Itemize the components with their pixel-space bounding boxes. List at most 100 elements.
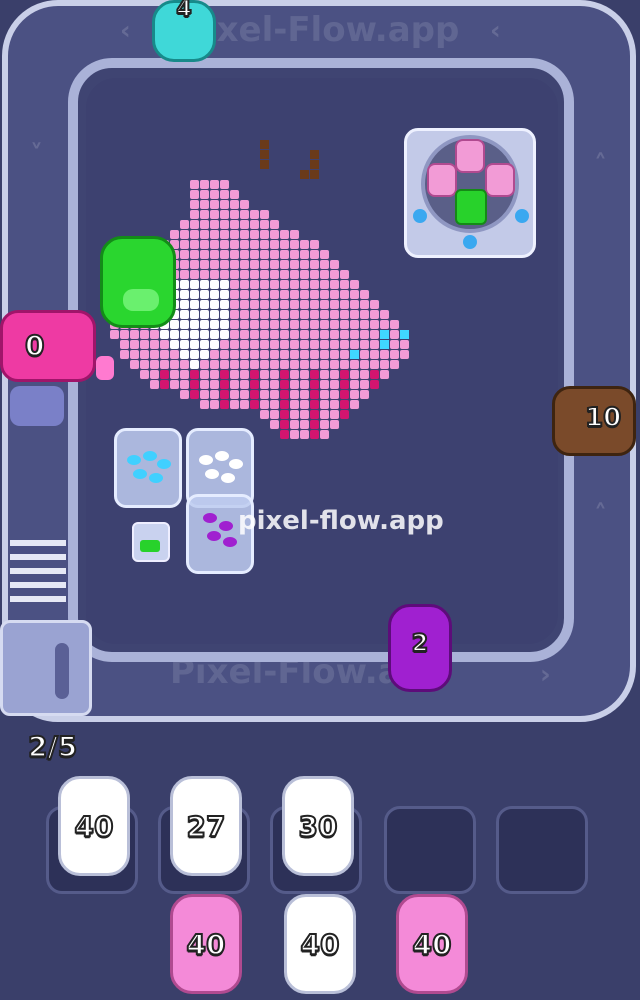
- pixel-block: [190, 310, 199, 319]
- pixel-block: [330, 280, 339, 289]
- pixel-block: [360, 350, 369, 359]
- pixel-block: [290, 270, 299, 279]
- pixel-block: [280, 330, 289, 339]
- pixel-block: [190, 190, 199, 199]
- pixel-block: [250, 220, 259, 229]
- pixel-block: [270, 230, 279, 239]
- pixel-block: [250, 400, 259, 409]
- pixel-block: [390, 350, 399, 359]
- pixel-block: [330, 330, 339, 339]
- shooter-count: 2: [411, 628, 430, 658]
- pixel-block: [290, 290, 299, 299]
- pixel-block: [220, 400, 229, 409]
- pixel-block: [220, 270, 229, 279]
- bonus-box[interactable]: [404, 128, 536, 258]
- pixel-block: [300, 240, 309, 249]
- pixel-block: [310, 160, 319, 169]
- pixel-block: [200, 240, 209, 249]
- pixel-block: [290, 390, 299, 399]
- pixel-block: [180, 240, 189, 249]
- pixel-block: [160, 370, 169, 379]
- pixel-block: [350, 330, 359, 339]
- pixel-block: [250, 280, 259, 289]
- chevron-right-icon: ›: [540, 660, 551, 690]
- pixel-block: [170, 330, 179, 339]
- pixel-block: [220, 180, 229, 189]
- queue-slot-5[interactable]: [496, 806, 588, 894]
- pixel-block: [310, 380, 319, 389]
- queued-pig-count: 30: [298, 809, 339, 844]
- pixel-block: [110, 330, 119, 339]
- pixel-block: [300, 300, 309, 309]
- pixel-block: [340, 270, 349, 279]
- pixel-block: [190, 200, 199, 209]
- pixel-block: [240, 400, 249, 409]
- pixel-block: [270, 360, 279, 369]
- pixel-block: [260, 350, 269, 359]
- queued-pig-count: 27: [186, 809, 227, 844]
- conveyor-shooter-brown[interactable]: 10: [552, 386, 636, 456]
- pixel-block: [350, 370, 359, 379]
- pixel-block: [150, 370, 159, 379]
- pixel-block: [250, 310, 259, 319]
- pixel-block: [290, 260, 299, 269]
- pixel-block: [230, 370, 239, 379]
- pixel-block: [200, 180, 209, 189]
- pixel-block: [250, 330, 259, 339]
- pixel-block: [320, 360, 329, 369]
- pixel-block: [190, 280, 199, 289]
- pixel-block: [210, 220, 219, 229]
- queue-slot-4[interactable]: [384, 806, 476, 894]
- pixel-block: [300, 380, 309, 389]
- queued-pig[interactable]: 27: [170, 776, 242, 876]
- pixel-block: [380, 310, 389, 319]
- pixel-block: [300, 410, 309, 419]
- pixel-block: [170, 230, 179, 239]
- pixel-block: [180, 280, 189, 289]
- pixel-block: [210, 240, 219, 249]
- pixel-block: [400, 340, 409, 349]
- pixel-block: [310, 400, 319, 409]
- pixel-block: [180, 350, 189, 359]
- pixel-block: [310, 240, 319, 249]
- pixel-block: [180, 290, 189, 299]
- green-pig-shooter[interactable]: [100, 236, 176, 328]
- waiting-pig[interactable]: 40: [284, 894, 356, 994]
- pixel-block: [210, 310, 219, 319]
- pixel-block: [270, 330, 279, 339]
- pixel-block: [160, 380, 169, 389]
- pixel-block: [230, 400, 239, 409]
- pixel-block: [150, 330, 159, 339]
- pixel-block: [210, 340, 219, 349]
- pixel-block: [130, 360, 139, 369]
- pixel-block: [270, 240, 279, 249]
- pixel-block: [250, 250, 259, 259]
- pixel-block: [170, 320, 179, 329]
- conveyor-shooter-purple[interactable]: 2: [388, 604, 452, 692]
- conveyor-shooter-pink[interactable]: 0: [0, 310, 96, 382]
- pixel-block: [250, 290, 259, 299]
- pixel-block: [220, 190, 229, 199]
- pixel-block: [190, 290, 199, 299]
- pixel-block: [130, 350, 139, 359]
- pixel-block: [180, 370, 189, 379]
- pixel-block: [320, 430, 329, 439]
- waiting-pig[interactable]: 40: [396, 894, 468, 994]
- pixel-block: [220, 260, 229, 269]
- conveyor-shooter-cyan[interactable]: 4: [152, 0, 216, 62]
- pixel-block: [220, 240, 229, 249]
- pixel-block: [320, 350, 329, 359]
- queued-pig[interactable]: 40: [58, 776, 130, 876]
- pixel-block: [190, 250, 199, 259]
- queued-pig[interactable]: 30: [282, 776, 354, 876]
- pixel-block: [310, 280, 319, 289]
- pixel-block: [180, 390, 189, 399]
- waiting-pig[interactable]: 40: [170, 894, 242, 994]
- pixel-block: [360, 370, 369, 379]
- pixel-block: [230, 360, 239, 369]
- pixel-block: [320, 290, 329, 299]
- pixel-block: [300, 340, 309, 349]
- pixel-block: [310, 330, 319, 339]
- pixel-block: [150, 380, 159, 389]
- pixel-block: [200, 210, 209, 219]
